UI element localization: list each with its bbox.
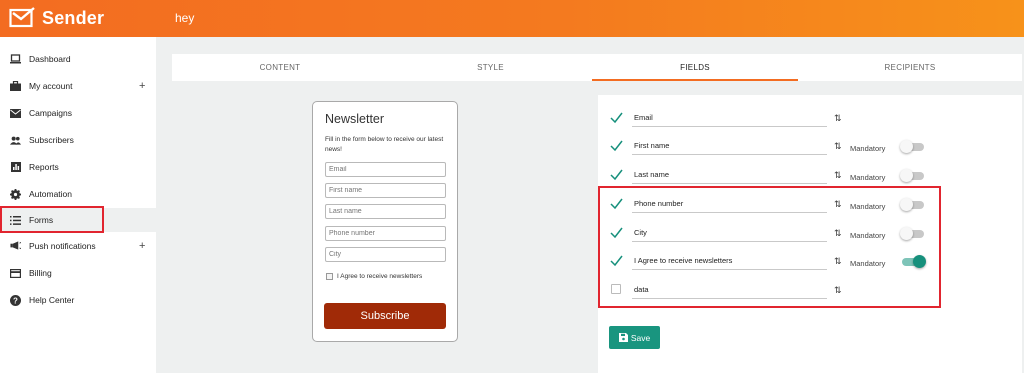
megaphone-icon [10, 241, 21, 252]
field-row-last-name: Last name ⇅ Mandatory [598, 161, 1022, 189]
sidebar-item-automation[interactable]: Automation [0, 182, 156, 206]
mandatory-label: Mandatory [850, 173, 886, 182]
floppy-disk-icon [618, 333, 628, 342]
fields-highlight-box [598, 186, 941, 308]
sort-arrows-icon[interactable]: ⇅ [834, 170, 842, 181]
check-icon[interactable] [610, 139, 623, 152]
subscribe-button[interactable]: Subscribe [324, 303, 446, 329]
checkbox-box[interactable] [326, 273, 333, 280]
sidebar-item-push-notifications[interactable]: Push notifications + [0, 234, 156, 258]
preview-email-input[interactable] [325, 162, 446, 177]
check-icon[interactable] [610, 168, 623, 181]
preview-phone-input[interactable] [325, 226, 446, 241]
help-icon: ? [10, 294, 21, 306]
check-icon[interactable] [610, 111, 623, 124]
field-row-email: Email ⇅ [598, 104, 1022, 132]
sidebar-item-label: My account [29, 81, 73, 91]
expand-plus-icon[interactable]: + [139, 80, 145, 92]
forms-highlight-box [0, 206, 104, 233]
field-name: Email [632, 109, 827, 127]
sidebar-item-reports[interactable]: Reports [0, 155, 156, 179]
sidebar-item-label: Campaigns [29, 108, 72, 118]
preview-title: Newsletter [325, 112, 385, 126]
sidebar: Dashboard My account + Campaigns Subscri… [0, 37, 156, 373]
envelope-icon [10, 108, 21, 119]
field-name: First name [632, 137, 827, 155]
tab-bar: CONTENT STYLE FIELDS RECIPIENTS [172, 54, 1022, 81]
credit-card-icon [10, 268, 21, 279]
sidebar-item-label: Automation [29, 189, 72, 199]
gear-icon [10, 188, 21, 200]
sidebar-item-label: Reports [29, 162, 59, 172]
tab-style[interactable]: STYLE [388, 54, 593, 81]
toggle-knob [900, 140, 913, 153]
field-row-first-name: First name ⇅ Mandatory [598, 132, 1022, 160]
preview-first-name-input[interactable] [325, 183, 446, 198]
sidebar-item-my-account[interactable]: My account + [0, 74, 156, 98]
sidebar-item-label: Subscribers [29, 135, 74, 145]
preview-city-input[interactable] [325, 247, 446, 262]
svg-text:?: ? [13, 296, 18, 305]
briefcase-icon [10, 81, 21, 92]
sidebar-item-subscribers[interactable]: Subscribers [0, 128, 156, 152]
tab-fields[interactable]: FIELDS [592, 54, 798, 81]
sidebar-item-campaigns[interactable]: Campaigns [0, 101, 156, 125]
bar-chart-icon [10, 162, 21, 173]
preview-agree-label: I Agree to receive newsletters [337, 273, 423, 280]
save-button[interactable]: Save [609, 326, 660, 349]
top-bar: Sender hey [0, 0, 1024, 37]
mandatory-label: Mandatory [850, 144, 886, 153]
sidebar-item-label: Billing [29, 268, 52, 278]
sidebar-item-label: Push notifications [29, 241, 96, 251]
sidebar-item-billing[interactable]: Billing [0, 261, 156, 285]
page-title: hey [175, 11, 195, 25]
preview-last-name-input[interactable] [325, 204, 446, 219]
sidebar-item-dashboard[interactable]: Dashboard [0, 47, 156, 71]
form-preview: Newsletter Fill in the form below to rec… [312, 101, 458, 342]
laptop-icon [10, 54, 21, 65]
sidebar-item-label: Dashboard [29, 54, 71, 64]
people-icon [10, 135, 21, 146]
sort-arrows-icon[interactable]: ⇅ [834, 141, 842, 152]
toggle-knob [900, 169, 913, 182]
sidebar-item-help-center[interactable]: ? Help Center [0, 288, 156, 312]
tab-content[interactable]: CONTENT [172, 54, 388, 81]
expand-plus-icon[interactable]: + [139, 240, 145, 252]
preview-description: Fill in the form below to receive our la… [325, 136, 444, 153]
mandatory-toggle[interactable] [900, 140, 924, 153]
sort-arrows-icon[interactable]: ⇅ [834, 113, 842, 124]
envelope-logo-icon [9, 7, 35, 28]
active-tab-indicator [592, 79, 798, 81]
field-name: Last name [632, 166, 827, 184]
sidebar-item-label: Help Center [29, 295, 75, 305]
brand-name: Sender [42, 7, 105, 28]
logo[interactable]: Sender [9, 7, 104, 29]
preview-agree-checkbox[interactable]: I Agree to receive newsletters [326, 273, 422, 280]
save-button-label: Save [630, 332, 651, 343]
tab-recipients[interactable]: RECIPIENTS [798, 54, 1022, 81]
mandatory-toggle[interactable] [900, 169, 924, 182]
